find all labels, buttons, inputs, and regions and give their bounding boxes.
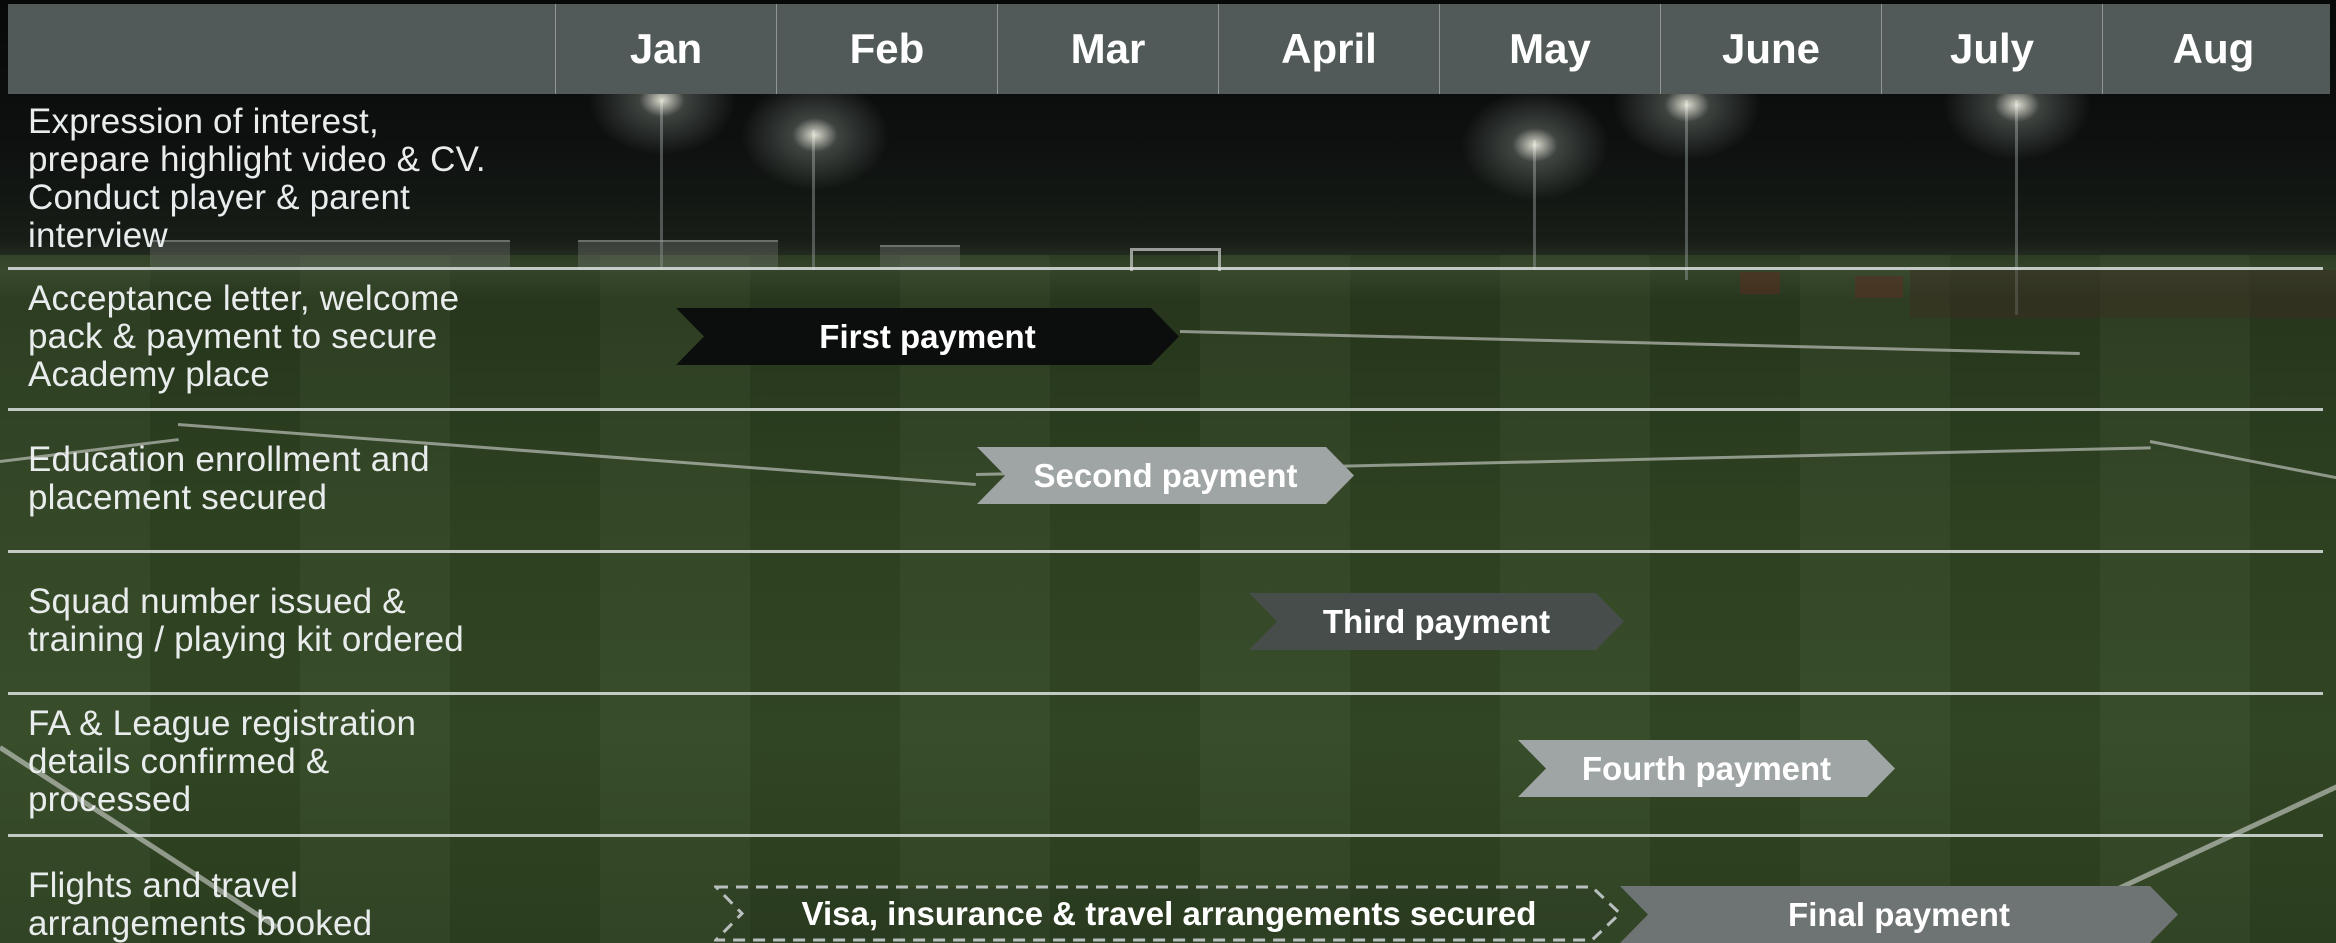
row-divider	[8, 834, 2323, 837]
row-divider	[8, 550, 2323, 553]
month-may: May	[1440, 4, 1661, 94]
fourth-payment-arrow: Fourth payment	[1518, 740, 1895, 797]
row-label-fa-league-registration: FA & League registration details confirm…	[28, 704, 417, 819]
clubhouse	[880, 245, 960, 269]
first-payment-arrow: First payment	[676, 308, 1179, 365]
header-corner	[8, 4, 556, 94]
timeline-header: Jan Feb Mar April May June July Aug	[8, 4, 2330, 94]
perimeter-fence	[1910, 270, 2336, 318]
floodlight	[1455, 85, 1615, 205]
month-june: June	[1661, 4, 1882, 94]
fourth-payment-label: Fourth payment	[1581, 749, 1832, 787]
third-payment-arrow: Third payment	[1249, 593, 1624, 650]
first-payment-label: First payment	[819, 317, 1036, 355]
row-label-squad-number: Squad number issued & training / playing…	[28, 582, 464, 659]
row-label-flights-travel: Flights and travel arrangements booked	[28, 866, 373, 943]
row-label-expression-of-interest: Expression of interest, prepare highligh…	[28, 102, 486, 255]
month-april: April	[1219, 4, 1440, 94]
fence-panel	[1740, 272, 1780, 294]
row-divider	[8, 408, 2323, 411]
final-payment-label: Final payment	[1788, 895, 2010, 933]
milestone-label: Visa, insurance & travel arrangements se…	[801, 894, 1537, 932]
row-divider	[8, 692, 2323, 695]
visa-insurance-milestone: Visa, insurance & travel arrangements se…	[714, 884, 1624, 943]
second-payment-label: Second payment	[1033, 456, 1298, 494]
row-label-education-enrollment: Education enrollment and placement secur…	[28, 440, 430, 517]
month-july: July	[1882, 4, 2103, 94]
final-payment-arrow: Final payment	[1620, 886, 2178, 943]
month-feb: Feb	[777, 4, 998, 94]
second-payment-arrow: Second payment	[977, 447, 1354, 504]
spectator-stand	[578, 240, 778, 270]
month-mar: Mar	[998, 4, 1219, 94]
fence-panel	[1855, 276, 1903, 298]
row-divider	[8, 267, 2323, 270]
third-payment-label: Third payment	[1322, 602, 1551, 640]
month-aug: Aug	[2172, 25, 2255, 72]
month-jan: Jan	[556, 4, 777, 94]
row-label-acceptance-letter: Acceptance letter, welcome pack & paymen…	[28, 279, 460, 394]
